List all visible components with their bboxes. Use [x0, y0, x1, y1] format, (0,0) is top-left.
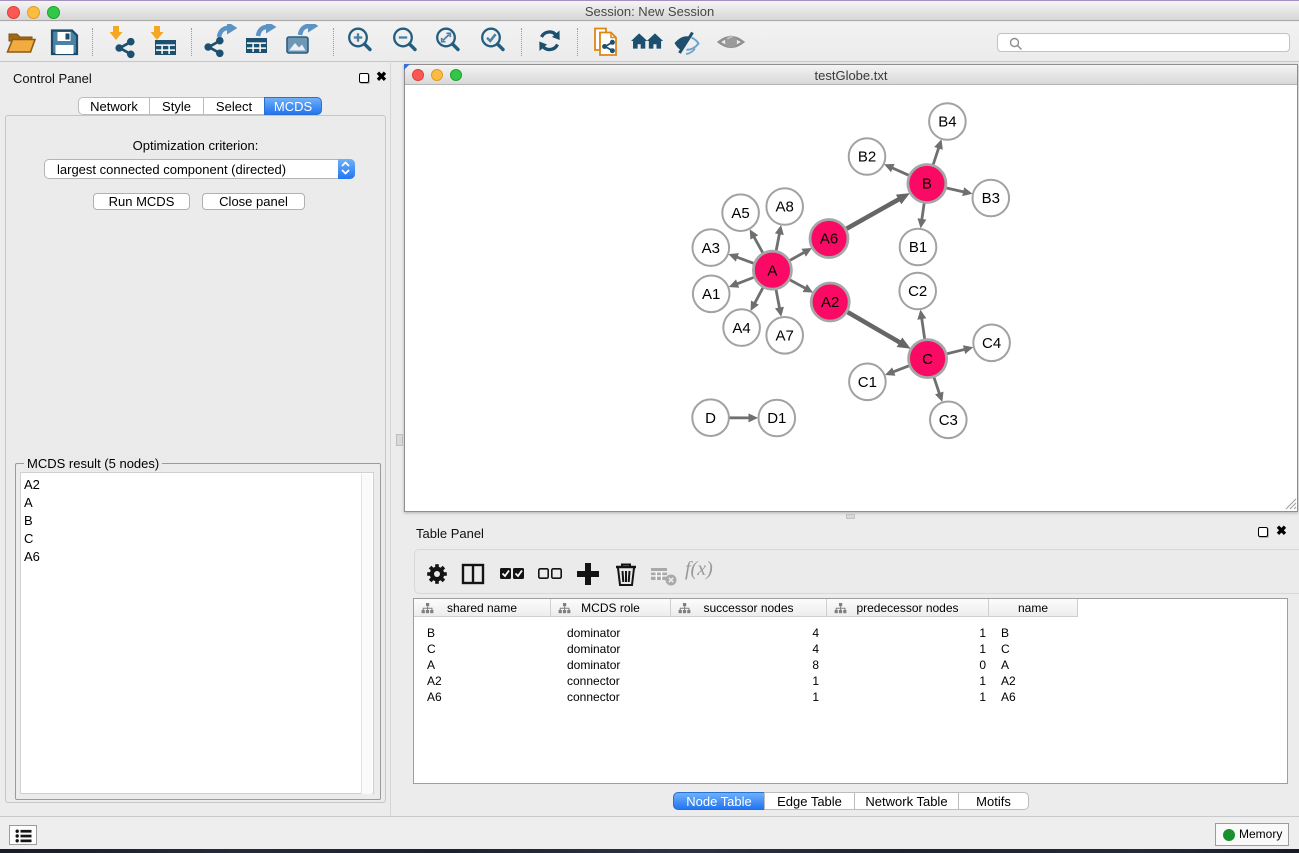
svg-text:A6: A6 [820, 231, 838, 248]
svg-text:B2: B2 [858, 149, 876, 166]
svg-text:C3: C3 [939, 412, 958, 429]
svg-text:D: D [705, 410, 716, 427]
svg-text:B4: B4 [938, 114, 956, 131]
svg-text:C1: C1 [858, 374, 877, 391]
svg-text:A3: A3 [702, 240, 720, 257]
svg-text:A4: A4 [732, 320, 750, 337]
svg-text:D1: D1 [767, 410, 786, 427]
svg-text:A8: A8 [776, 199, 794, 216]
svg-text:A1: A1 [702, 286, 720, 303]
svg-text:B1: B1 [909, 239, 927, 256]
svg-text:A7: A7 [776, 328, 794, 345]
svg-text:C4: C4 [982, 335, 1001, 352]
svg-text:A2: A2 [821, 294, 839, 311]
svg-text:B: B [922, 176, 932, 193]
svg-text:C: C [922, 351, 933, 368]
svg-text:C2: C2 [908, 283, 927, 300]
svg-text:A: A [767, 262, 777, 279]
svg-text:A5: A5 [731, 205, 749, 222]
svg-text:B3: B3 [982, 190, 1000, 207]
